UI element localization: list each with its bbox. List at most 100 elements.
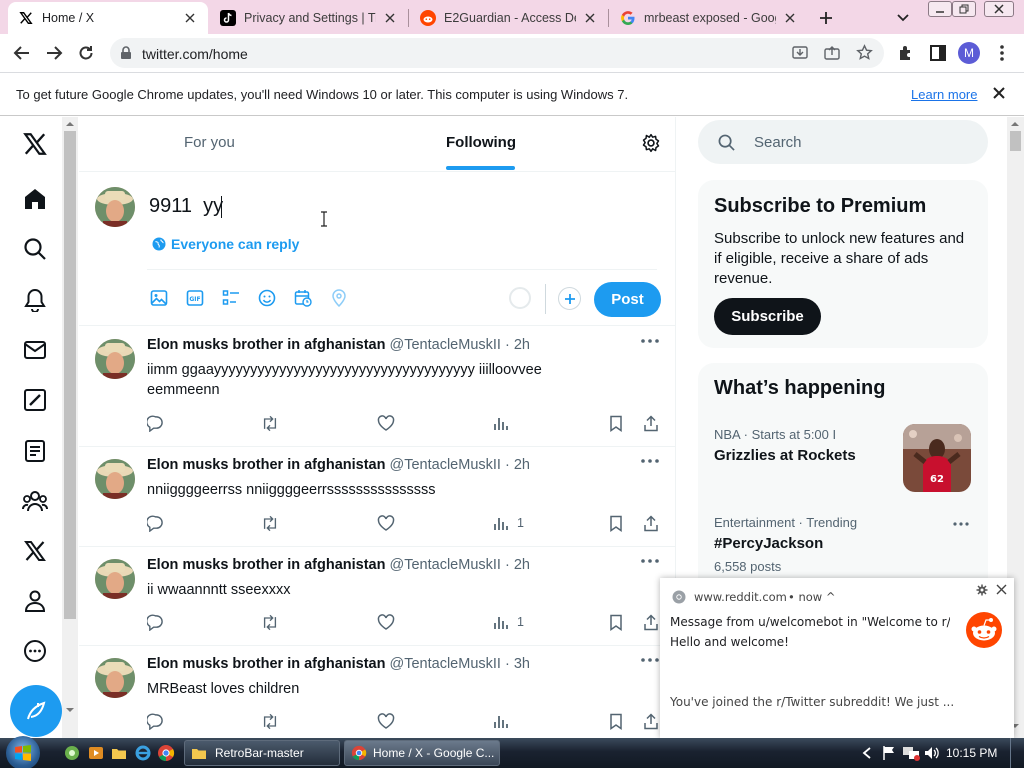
reply-icon[interactable] (146, 414, 164, 432)
reply-icon[interactable] (146, 613, 164, 631)
tweet[interactable]: Elon musks brother in afghanistan @Tenta… (79, 646, 676, 738)
lists-icon[interactable] (21, 437, 49, 465)
reply-setting-button[interactable]: Everyone can reply (152, 236, 299, 252)
trend-item[interactable]: Entertainment · Trending #PercyJackson 6… (698, 503, 988, 583)
tweet-author-name[interactable]: Elon musks brother in afghanistan (147, 557, 385, 573)
extensions-puzzle-icon[interactable] (896, 43, 916, 63)
chrome-menu-icon[interactable] (992, 43, 1012, 63)
views-chart-icon[interactable] (492, 613, 510, 631)
start-button[interactable] (6, 736, 40, 768)
more-options-icon[interactable] (21, 637, 49, 665)
chrome-icon[interactable] (157, 744, 175, 762)
learn-more-link[interactable]: Learn more (911, 87, 977, 102)
like-heart-icon[interactable] (377, 712, 395, 730)
tweet[interactable]: Elon musks brother in afghanistan @Tenta… (79, 327, 676, 447)
tweet-time[interactable]: · 2h (505, 457, 530, 473)
tweet-author-name[interactable]: Elon musks brother in afghanistan (147, 457, 385, 473)
post-button[interactable]: Post (594, 282, 661, 317)
volume-icon[interactable] (924, 745, 940, 761)
more-dots-icon[interactable] (641, 339, 659, 343)
tweet-time[interactable]: · 2h (505, 337, 530, 353)
grok-icon[interactable] (21, 386, 49, 414)
messages-mail-icon[interactable] (21, 336, 49, 364)
reply-icon[interactable] (146, 712, 164, 730)
close-tab-icon[interactable] (182, 10, 198, 26)
gif-icon[interactable]: GIF (186, 289, 204, 307)
folder-icon[interactable] (111, 745, 127, 761)
address-bar[interactable]: twitter.com/home (110, 38, 884, 68)
views-chart-icon[interactable] (492, 414, 510, 432)
internet-explorer-icon[interactable] (134, 744, 152, 762)
media-player-icon[interactable] (88, 745, 104, 761)
bookmark-icon[interactable] (607, 514, 625, 532)
home-icon[interactable] (21, 185, 49, 213)
tweet-handle[interactable]: @TentacleMuskII (390, 557, 501, 573)
profile-avatar[interactable]: M (958, 42, 980, 64)
taskbar-item-retrobar[interactable]: RetroBar-master (184, 740, 340, 766)
tweet[interactable]: Elon musks brother in afghanistan @Tenta… (79, 447, 676, 547)
close-tab-icon[interactable] (782, 10, 798, 26)
avatar[interactable] (95, 658, 135, 698)
app-launcher-icon[interactable] (64, 745, 80, 761)
restore-window-button[interactable] (952, 1, 976, 17)
bookmark-icon[interactable] (607, 414, 625, 432)
share-icon[interactable] (642, 712, 660, 730)
image-icon[interactable] (150, 289, 168, 307)
tray-expand-icon[interactable] (862, 747, 872, 759)
trend-item[interactable]: NBA · Starts at 5:00 I Grizzlies at Rock… (698, 415, 988, 503)
emoji-icon[interactable] (258, 289, 276, 307)
location-icon[interactable] (330, 289, 348, 307)
scroll-thumb[interactable] (1010, 131, 1021, 151)
chevron-down-icon[interactable] (896, 10, 914, 26)
tab-e2guardian[interactable]: E2Guardian - Access Deni (410, 2, 608, 34)
profile-icon[interactable] (21, 587, 49, 615)
search-icon[interactable] (21, 235, 49, 263)
tweet-time[interactable]: · 2h (505, 557, 530, 573)
new-tab-icon[interactable] (816, 8, 836, 28)
premium-x-icon[interactable] (21, 537, 49, 565)
close-icon[interactable] (996, 584, 1007, 595)
schedule-icon[interactable] (294, 289, 312, 307)
views-chart-icon[interactable] (492, 712, 510, 730)
share-icon[interactable] (642, 613, 660, 631)
reload-icon[interactable] (76, 43, 96, 63)
scroll-thumb[interactable] (64, 131, 76, 619)
share-icon[interactable] (824, 45, 840, 61)
tab-tiktok[interactable]: Privacy and Settings | Tik (210, 2, 408, 34)
tab-following[interactable]: Following (446, 134, 516, 151)
notifications-bell-icon[interactable] (21, 286, 49, 314)
side-panel-icon[interactable] (928, 43, 948, 63)
tweet-handle[interactable]: @TentacleMuskII (390, 656, 501, 672)
communities-icon[interactable] (21, 487, 49, 515)
share-icon[interactable] (642, 414, 660, 432)
tweet-handle[interactable]: @TentacleMuskII (390, 457, 501, 473)
more-dots-icon[interactable] (641, 559, 659, 563)
reddit-notification[interactable]: www.reddit.com • now ^ Message from u/we… (660, 578, 1014, 738)
search-box[interactable]: Search (698, 120, 988, 164)
repost-icon[interactable] (261, 712, 279, 730)
tweet-author-name[interactable]: Elon musks brother in afghanistan (147, 656, 385, 672)
scroll-down-arrow-icon[interactable] (65, 707, 75, 713)
more-dots-icon[interactable] (953, 522, 969, 526)
tweet-author-name[interactable]: Elon musks brother in afghanistan (147, 337, 385, 353)
like-heart-icon[interactable] (377, 613, 395, 631)
avatar[interactable] (95, 339, 135, 379)
minimize-window-button[interactable] (928, 1, 952, 17)
settings-gear-icon[interactable] (641, 133, 661, 153)
repost-icon[interactable] (261, 613, 279, 631)
tab-google-search[interactable]: mrbeast exposed - Goog (610, 2, 808, 34)
subscribe-button[interactable]: Subscribe (714, 298, 821, 335)
avatar[interactable] (95, 187, 135, 227)
close-window-button[interactable] (984, 1, 1014, 17)
more-dots-icon[interactable] (641, 459, 659, 463)
compose-post-button[interactable] (10, 685, 62, 737)
poll-icon[interactable] (222, 289, 240, 307)
close-tab-icon[interactable] (582, 10, 598, 26)
tab-for-you[interactable]: For you (184, 134, 235, 151)
install-app-icon[interactable] (792, 45, 808, 61)
tweet[interactable]: Elon musks brother in afghanistan @Tenta… (79, 547, 676, 646)
network-icon[interactable] (902, 745, 920, 761)
bookmark-icon[interactable] (607, 613, 625, 631)
tweet-handle[interactable]: @TentacleMuskII (390, 337, 501, 353)
close-icon[interactable] (993, 87, 1005, 99)
